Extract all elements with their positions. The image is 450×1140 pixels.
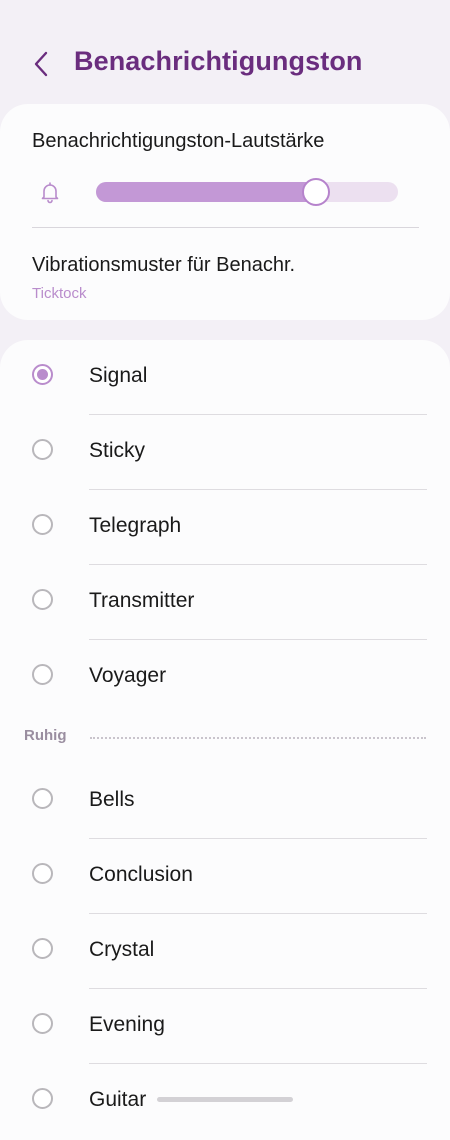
radio-button[interactable] <box>32 1013 53 1034</box>
radio-button[interactable] <box>32 364 53 385</box>
sound-option-evening[interactable]: Evening <box>0 989 450 1064</box>
sound-option-label: Crystal <box>89 938 155 961</box>
sound-option-label: Evening <box>89 1013 165 1036</box>
section-label: Ruhig <box>24 727 67 744</box>
sound-option-crystal[interactable]: Crystal <box>0 914 450 989</box>
app-bar: Benachrichtigungston <box>0 0 450 104</box>
page-title: Benachrichtigungston <box>74 46 363 76</box>
sound-option-voyager[interactable]: Voyager <box>0 640 450 715</box>
radio-button[interactable] <box>32 589 53 610</box>
chevron-left-icon <box>34 51 48 77</box>
section-divider <box>90 737 426 739</box>
vibration-pattern-title: Vibrationsmuster für Benachr. <box>32 254 296 276</box>
sound-option-label: Conclusion <box>89 863 193 886</box>
sound-option-label: Signal <box>89 364 148 387</box>
radio-button[interactable] <box>32 664 53 685</box>
radio-button[interactable] <box>32 1088 53 1109</box>
radio-button[interactable] <box>32 938 53 959</box>
volume-card: Benachrichtigungston-Lautstärke Vibratio… <box>0 104 450 320</box>
home-indicator <box>157 1097 293 1102</box>
sound-option-sticky[interactable]: Sticky <box>0 415 450 490</box>
vibration-pattern-value: Ticktock <box>32 285 87 302</box>
sound-option-telegraph[interactable]: Telegraph <box>0 490 450 565</box>
sound-option-label: Telegraph <box>89 514 182 537</box>
radio-button[interactable] <box>32 514 53 535</box>
sound-option-label: Guitar <box>89 1088 147 1111</box>
slider-fill <box>96 182 317 202</box>
section-header-quiet: Ruhig <box>0 723 450 753</box>
sound-option-label: Transmitter <box>89 589 195 612</box>
sound-option-transmitter[interactable]: Transmitter <box>0 565 450 640</box>
sound-option-signal[interactable]: Signal <box>0 340 450 415</box>
sound-option-bells[interactable]: Bells <box>0 764 450 839</box>
sound-option-label: Sticky <box>89 439 146 462</box>
sound-option-label: Bells <box>89 788 135 811</box>
back-button[interactable] <box>22 44 62 84</box>
sound-option-conclusion[interactable]: Conclusion <box>0 839 450 914</box>
radio-button[interactable] <box>32 863 53 884</box>
volume-slider[interactable] <box>96 178 398 206</box>
radio-button[interactable] <box>32 788 53 809</box>
volume-title: Benachrichtigungston-Lautstärke <box>32 130 325 152</box>
sound-list-card: Signal Sticky Telegraph Transmitter Voya… <box>0 340 450 1140</box>
bell-icon <box>41 182 59 204</box>
divider <box>32 227 419 228</box>
vibration-pattern-row[interactable]: Vibrationsmuster für Benachr. Ticktock <box>0 238 450 318</box>
sound-option-label: Voyager <box>89 664 167 687</box>
radio-button[interactable] <box>32 439 53 460</box>
